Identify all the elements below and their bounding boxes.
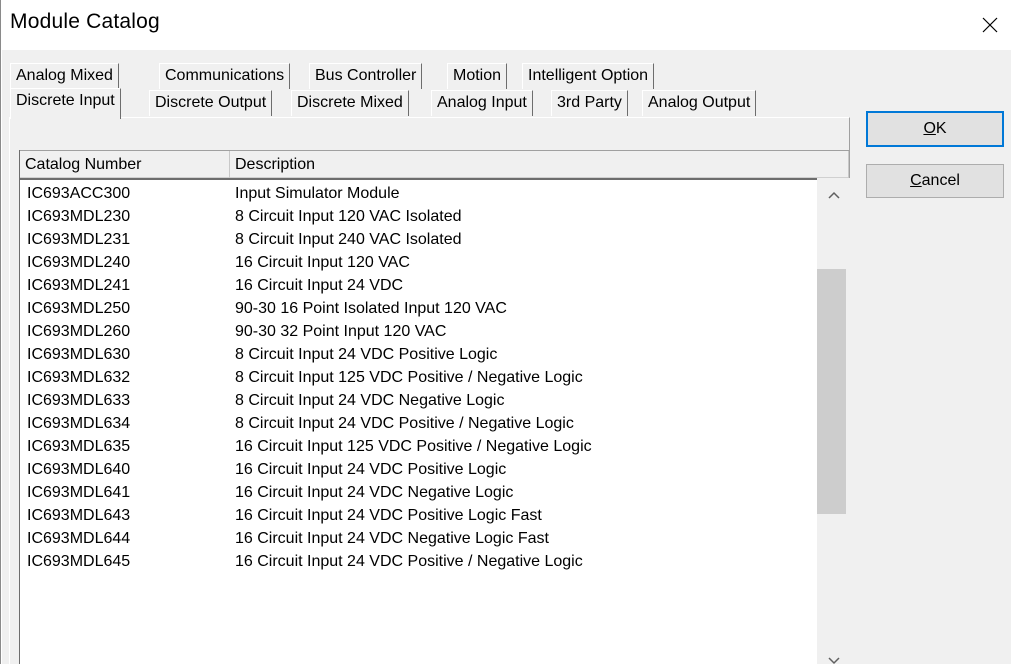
- dialog-client-area: Analog Mixed Communications Bus Controller…: [2, 50, 1011, 664]
- table-row[interactable]: IC693MDL241 16 Circuit Input 24 VDC: [20, 274, 817, 297]
- catalog-number-cell: IC693MDL630: [27, 346, 131, 363]
- chevron-up-icon: [827, 191, 840, 199]
- ok-button[interactable]: OK: [866, 111, 1004, 147]
- module-list[interactable]: Catalog Number Description IC693ACC300 In…: [19, 150, 850, 664]
- scroll-up-button[interactable]: [817, 182, 850, 208]
- table-row[interactable]: IC693MDL644 16 Circuit Input 24 VDC Negat…: [20, 527, 817, 550]
- table-row[interactable]: IC693MDL230 8 Circuit Input 120 VAC Isola…: [20, 205, 817, 228]
- table-row[interactable]: IC693MDL633 8 Circuit Input 24 VDC Negati…: [20, 389, 817, 412]
- catalog-number-cell: IC693MDL644: [27, 530, 131, 547]
- catalog-number-cell: IC693MDL640: [27, 461, 131, 478]
- catalog-number-cell: IC693MDL633: [27, 392, 131, 409]
- tab-analog-input[interactable]: Analog Input: [431, 90, 533, 116]
- tab-communications[interactable]: Communications: [159, 63, 291, 89]
- table-row[interactable]: IC693MDL240 16 Circuit Input 120 VAC: [20, 251, 817, 274]
- description-cell: 16 Circuit Input 24 VDC Positive / Negat…: [235, 553, 583, 570]
- cancel-mnemonic: C: [910, 172, 922, 189]
- catalog-number-cell: IC693MDL645: [27, 553, 131, 570]
- table-row[interactable]: IC693MDL635 16 Circuit Input 125 VDC Posi…: [20, 435, 817, 458]
- description-cell: 16 Circuit Input 24 VDC Positive Logic: [235, 461, 507, 478]
- table-row[interactable]: IC693MDL250 90-30 16 Point Isolated Input…: [20, 297, 817, 320]
- catalog-number-cell: IC693MDL634: [27, 415, 131, 432]
- catalog-number-cell: IC693MDL231: [27, 231, 131, 248]
- tab-discrete-input[interactable]: Discrete Input: [10, 88, 121, 119]
- column-header-description[interactable]: Description: [230, 151, 849, 178]
- catalog-number-cell: IC693MDL641: [27, 484, 131, 501]
- description-cell: Input Simulator Module: [235, 185, 400, 202]
- table-row[interactable]: IC693MDL231 8 Circuit Input 240 VAC Isola…: [20, 228, 817, 251]
- catalog-number-cell: IC693MDL643: [27, 507, 131, 524]
- description-cell: 16 Circuit Input 24 VDC Negative Logic F…: [235, 530, 549, 547]
- tab-analog-mixed[interactable]: Analog Mixed: [10, 63, 119, 89]
- description-cell: 8 Circuit Input 120 VAC Isolated: [235, 208, 462, 225]
- cancel-button[interactable]: Cancel: [866, 164, 1004, 198]
- scroll-thumb[interactable]: [817, 269, 846, 514]
- tab-discrete-output[interactable]: Discrete Output: [149, 90, 273, 116]
- description-cell: 16 Circuit Input 24 VDC: [235, 277, 404, 294]
- table-row[interactable]: IC693MDL630 8 Circuit Input 24 VDC Positi…: [20, 343, 817, 366]
- table-row[interactable]: IC693MDL634 8 Circuit Input 24 VDC Positi…: [20, 412, 817, 435]
- title-bar[interactable]: Module Catalog: [1, 0, 1011, 50]
- vertical-scrollbar[interactable]: [817, 178, 850, 664]
- catalog-number-cell: IC693MDL241: [27, 277, 131, 294]
- description-cell: 8 Circuit Input 24 VDC Negative Logic: [235, 392, 505, 409]
- close-icon: [982, 17, 997, 33]
- table-row[interactable]: IC693MDL643 16 Circuit Input 24 VDC Posit…: [20, 504, 817, 527]
- ok-mnemonic: O: [923, 120, 936, 137]
- table-row[interactable]: IC693MDL260 90-30 32 Point Input 120 VAC: [20, 320, 817, 343]
- catalog-number-cell: IC693MDL635: [27, 438, 131, 455]
- tab-intelligent-option[interactable]: Intelligent Option: [522, 63, 655, 89]
- table-row[interactable]: IC693MDL645 16 Circuit Input 24 VDC Posit…: [20, 550, 817, 573]
- description-cell: 90-30 16 Point Isolated Input 120 VAC: [235, 300, 507, 317]
- catalog-number-cell: IC693MDL250: [27, 300, 131, 317]
- module-catalog-dialog: Module Catalog Analog Mixed Communication…: [0, 0, 1011, 664]
- description-cell: 8 Circuit Input 24 VDC Positive / Negati…: [235, 415, 574, 432]
- description-cell: 16 Circuit Input 24 VDC Negative Logic: [235, 484, 514, 501]
- table-row[interactable]: IC693MDL632 8 Circuit Input 125 VDC Posit…: [20, 366, 817, 389]
- ok-label: K: [935, 120, 947, 137]
- description-cell: 16 Circuit Input 125 VDC Positive / Nega…: [235, 438, 592, 455]
- close-button[interactable]: [967, 0, 1011, 50]
- tab-bus-controller[interactable]: Bus Controller: [309, 63, 423, 89]
- table-row[interactable]: IC693MDL640 16 Circuit Input 24 VDC Posit…: [20, 458, 817, 481]
- catalog-number-cell: IC693MDL240: [27, 254, 131, 271]
- catalog-number-cell: IC693MDL230: [27, 208, 131, 225]
- cancel-label: ancel: [921, 172, 960, 189]
- window-title: Module Catalog: [10, 10, 160, 33]
- tab-analog-output[interactable]: Analog Output: [642, 90, 757, 116]
- tab-motion[interactable]: Motion: [447, 63, 508, 89]
- description-cell: 8 Circuit Input 240 VAC Isolated: [235, 231, 462, 248]
- tab-discrete-mixed[interactable]: Discrete Mixed: [291, 90, 409, 116]
- catalog-number-cell: IC693MDL632: [27, 369, 131, 386]
- catalog-number-cell: IC693ACC300: [27, 185, 131, 202]
- table-row[interactable]: IC693MDL641 16 Circuit Input 24 VDC Negat…: [20, 481, 817, 504]
- description-cell: 16 Circuit Input 120 VAC: [235, 254, 410, 271]
- chevron-down-icon: [827, 657, 840, 664]
- description-cell: 8 Circuit Input 125 VDC Positive / Negat…: [235, 369, 583, 386]
- tab-3rd-party[interactable]: 3rd Party: [551, 90, 628, 116]
- catalog-number-cell: IC693MDL260: [27, 323, 131, 340]
- table-row[interactable]: IC693ACC300 Input Simulator Module: [20, 182, 817, 205]
- list-header: Catalog Number Description: [20, 150, 849, 178]
- description-cell: 90-30 32 Point Input 120 VAC: [235, 323, 447, 340]
- list-rows: IC693ACC300 Input Simulator Module IC693MD…: [20, 178, 817, 664]
- scroll-down-button[interactable]: [817, 648, 850, 664]
- column-header-catalog-number[interactable]: Catalog Number: [20, 151, 230, 178]
- description-cell: 16 Circuit Input 24 VDC Positive Logic F…: [235, 507, 542, 524]
- description-cell: 8 Circuit Input 24 VDC Positive Logic: [235, 346, 498, 363]
